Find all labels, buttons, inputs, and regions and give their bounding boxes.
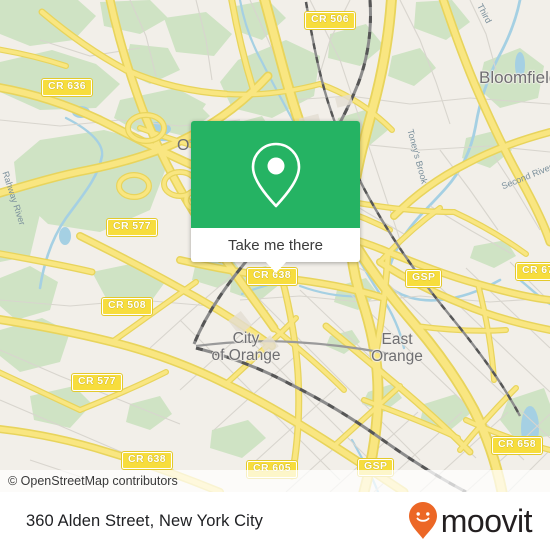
road-shield-cr67[interactable]: CR 67: [515, 262, 550, 281]
moovit-pin-smiley-icon: [408, 502, 437, 539]
road-shield-cr506[interactable]: CR 506: [303, 11, 357, 30]
location-popup-card[interactable]: Take me there: [191, 121, 360, 273]
moovit-wordmark: moovit: [440, 502, 533, 539]
map-canvas[interactable]: Bloomfield East Orange City of Orange O …: [0, 0, 550, 492]
road-shield-cr658[interactable]: CR 658: [490, 436, 544, 455]
osm-attribution-text[interactable]: © OpenStreetMap contributors: [0, 474, 178, 488]
road-shield-cr577-lower[interactable]: CR 577: [70, 373, 124, 392]
moovit-logo[interactable]: moovit: [408, 501, 533, 541]
road-shield-cr508[interactable]: CR 508: [100, 297, 154, 316]
take-me-there-label: Take me there: [227, 236, 324, 254]
popup-header: [191, 121, 360, 228]
road-shield-cr577-upper[interactable]: CR 577: [105, 218, 159, 237]
map-pin-icon: [251, 142, 300, 207]
popup-pointer-tail: [264, 261, 287, 273]
road-shield-gsp-upper[interactable]: GSP: [404, 269, 443, 288]
bottom-info-bar: 360 Alden Street, New York City moovit: [0, 492, 550, 550]
popup-footer[interactable]: Take me there: [191, 228, 360, 273]
road-shield-cr636[interactable]: CR 636: [40, 78, 94, 97]
map-screenshot: Bloomfield East Orange City of Orange O …: [0, 0, 550, 550]
address-text: 360 Alden Street, New York City: [26, 511, 263, 530]
road-shield-cr638-lower[interactable]: CR 638: [120, 451, 174, 470]
map-attribution-bar: © OpenStreetMap contributors: [0, 470, 550, 492]
